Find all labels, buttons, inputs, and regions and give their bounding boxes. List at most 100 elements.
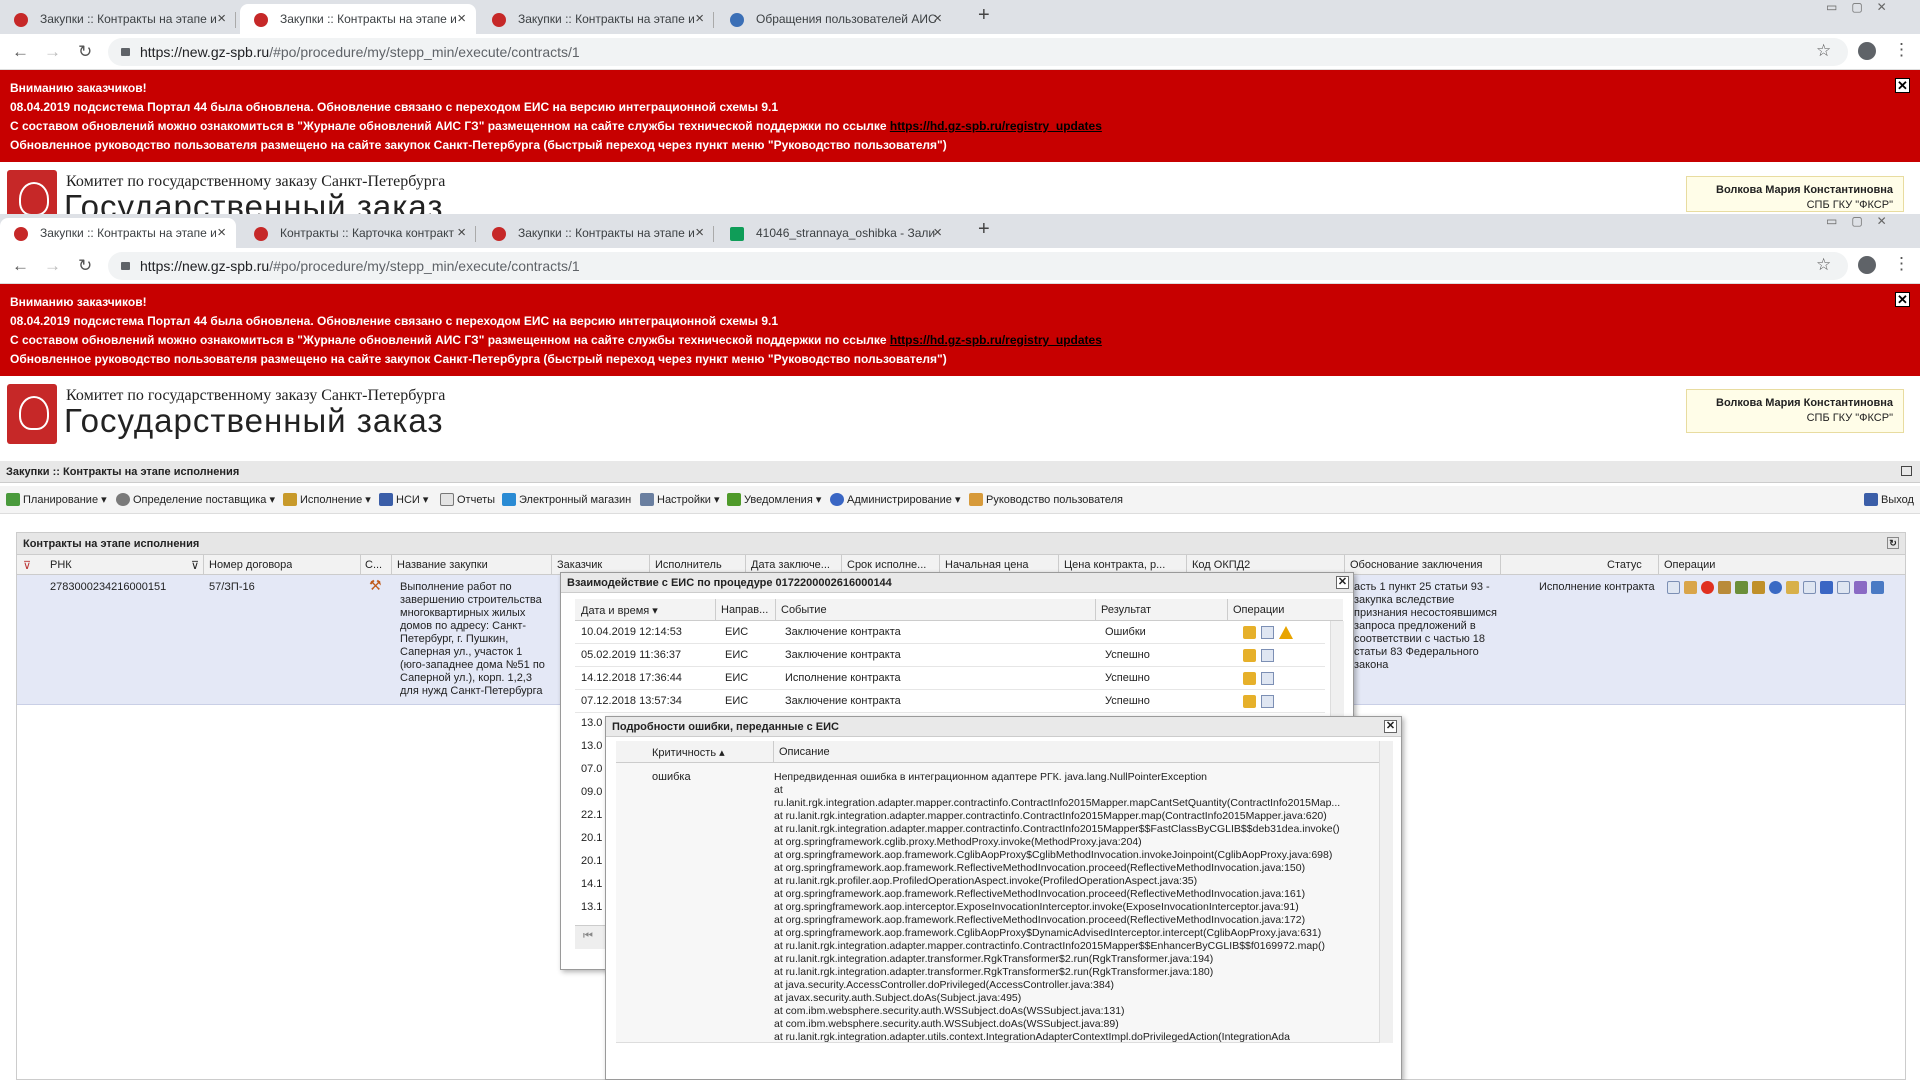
refresh-icon[interactable]: ↻ bbox=[1887, 537, 1899, 549]
col-result[interactable]: Результат bbox=[1101, 604, 1151, 616]
new-tab-button[interactable]: + bbox=[978, 4, 990, 27]
print-icon[interactable] bbox=[1854, 581, 1867, 594]
col-contract-no[interactable]: Номер договора bbox=[209, 559, 292, 571]
account-icon[interactable] bbox=[1858, 256, 1876, 274]
front-tab-2[interactable]: Контракты :: Карточка контракт × bbox=[240, 218, 476, 248]
warning-icon[interactable] bbox=[1279, 626, 1293, 639]
cube-icon[interactable] bbox=[1752, 581, 1765, 594]
col-contract-price[interactable]: Цена контракта, р... bbox=[1064, 559, 1184, 571]
package-icon[interactable] bbox=[1243, 626, 1256, 639]
back-tab-2[interactable]: Закупки :: Контракты на этапе и × bbox=[240, 4, 476, 34]
chart-icon[interactable] bbox=[1820, 581, 1833, 594]
window-controls[interactable]: ▭▢✕ bbox=[1826, 214, 1901, 228]
close-tab-icon[interactable]: × bbox=[695, 10, 704, 27]
window-controls[interactable]: ▭▢✕ bbox=[1826, 0, 1901, 14]
menu-user-guide[interactable]: Руководство пользователя bbox=[969, 493, 1123, 506]
package-icon[interactable] bbox=[1243, 649, 1256, 662]
close-icon[interactable]: ✕ bbox=[1384, 720, 1397, 733]
table-row[interactable]: 10.04.2019 12:14:53 ЕИС Заключение контр… bbox=[575, 621, 1325, 644]
col-term[interactable]: Срок исполне... bbox=[847, 559, 935, 571]
close-tab-icon[interactable]: × bbox=[217, 10, 226, 27]
sign-icon[interactable] bbox=[1718, 581, 1731, 594]
menu-reports[interactable]: Отчеты bbox=[440, 493, 495, 506]
col-severity[interactable]: Критичность ▴ bbox=[652, 746, 725, 759]
col-rnk[interactable]: РНК bbox=[50, 559, 72, 571]
eis-icon[interactable] bbox=[1871, 581, 1884, 594]
document-icon[interactable] bbox=[1261, 672, 1274, 685]
bookmark-star-icon[interactable]: ☆ bbox=[1816, 41, 1831, 61]
bookmark-star-icon[interactable]: ☆ bbox=[1816, 255, 1831, 275]
col-customer[interactable]: Заказчик bbox=[557, 559, 645, 571]
user-info[interactable]: Волкова Мария Константиновна СПБ ГКУ "ФКС… bbox=[1686, 389, 1904, 433]
col-okpd2[interactable]: Код ОКПД2 bbox=[1192, 559, 1342, 571]
first-page-icon[interactable]: ⏮ bbox=[575, 925, 605, 949]
package-icon[interactable] bbox=[1243, 672, 1256, 685]
menu-notifications[interactable]: Уведомления ▾ bbox=[727, 493, 821, 506]
col-s[interactable]: С... bbox=[365, 559, 387, 571]
reload-icon[interactable]: ↻ bbox=[78, 256, 92, 276]
edit-icon[interactable] bbox=[1684, 581, 1697, 594]
account-icon[interactable] bbox=[1858, 42, 1876, 60]
document-icon[interactable] bbox=[1261, 649, 1274, 662]
menu-planning[interactable]: Планирование ▾ bbox=[6, 493, 107, 506]
menu-kebab-icon[interactable]: ⋮ bbox=[1893, 40, 1910, 60]
archive-icon[interactable] bbox=[1786, 581, 1799, 594]
tools-icon[interactable] bbox=[1735, 581, 1748, 594]
scrollbar[interactable] bbox=[1330, 621, 1344, 721]
forward-arrow-icon[interactable]: → bbox=[44, 256, 61, 276]
table-row[interactable]: 07.12.2018 13:57:34 ЕИС Заключение контр… bbox=[575, 690, 1325, 713]
table-row[interactable]: 05.02.2019 11:36:37 ЕИС Заключение контр… bbox=[575, 644, 1325, 667]
close-banner-icon[interactable]: ✕ bbox=[1895, 292, 1910, 307]
close-tab-icon[interactable]: × bbox=[457, 224, 466, 241]
col-name[interactable]: Название закупки bbox=[397, 559, 547, 571]
url-field[interactable]: https://new.gz-spb.ru/#po/procedure/my/s… bbox=[108, 38, 1848, 66]
front-tab-1[interactable]: Закупки :: Контракты на этапе и × bbox=[0, 218, 236, 248]
list-icon[interactable] bbox=[1803, 581, 1816, 594]
menu-kebab-icon[interactable]: ⋮ bbox=[1893, 254, 1910, 274]
close-tab-icon[interactable]: × bbox=[933, 224, 942, 241]
forward-arrow-icon[interactable]: → bbox=[44, 42, 61, 62]
document-icon[interactable] bbox=[1261, 626, 1274, 639]
back-tab-3[interactable]: Закупки :: Контракты на этапе и × bbox=[478, 4, 714, 34]
menu-execution[interactable]: Исполнение ▾ bbox=[283, 493, 371, 506]
col-operations[interactable]: Операции bbox=[1664, 559, 1715, 571]
col-event[interactable]: Событие bbox=[781, 604, 827, 616]
filter-clear-icon[interactable]: ⊽ bbox=[23, 559, 31, 572]
updates-link[interactable]: https://hd.gz-spb.ru/registry_updates bbox=[890, 119, 1102, 133]
col-datetime[interactable]: Дата и время ▾ bbox=[581, 604, 658, 617]
close-tab-icon[interactable]: × bbox=[695, 224, 704, 241]
menu-nsi[interactable]: НСИ ▾ bbox=[379, 493, 428, 506]
close-tab-icon[interactable]: × bbox=[933, 10, 942, 27]
menu-settings[interactable]: Настройки ▾ bbox=[640, 493, 720, 506]
col-supplier[interactable]: Исполнитель bbox=[655, 559, 743, 571]
col-date[interactable]: Дата заключе... bbox=[751, 559, 839, 571]
settings-icon[interactable] bbox=[1769, 581, 1782, 594]
col-status[interactable]: Статус bbox=[1607, 559, 1642, 571]
back-tab-1[interactable]: Закупки :: Контракты на этапе и × bbox=[0, 4, 236, 34]
stop-icon[interactable] bbox=[1701, 581, 1714, 594]
exit-button[interactable]: Выход bbox=[1864, 493, 1914, 506]
menu-eshop[interactable]: Электронный магазин bbox=[502, 493, 631, 506]
col-basis[interactable]: Обоснование заключения bbox=[1350, 559, 1482, 571]
package-icon[interactable] bbox=[1243, 695, 1256, 708]
menu-supplier[interactable]: Определение поставщика ▾ bbox=[116, 493, 275, 506]
col-start-price[interactable]: Начальная цена bbox=[945, 559, 1065, 571]
url-field[interactable]: https://new.gz-spb.ru/#po/procedure/my/s… bbox=[108, 252, 1848, 280]
col-ops[interactable]: Операции bbox=[1233, 604, 1284, 616]
table-row[interactable]: 14.12.2018 17:36:44 ЕИС Исполнение контр… bbox=[575, 667, 1325, 690]
close-banner-icon[interactable]: ✕ bbox=[1895, 78, 1910, 93]
col-direction[interactable]: Направ... bbox=[721, 604, 768, 616]
filter-icon[interactable]: ⊽ bbox=[191, 559, 199, 572]
back-arrow-icon[interactable]: ← bbox=[12, 42, 29, 62]
reload-icon[interactable]: ↻ bbox=[78, 42, 92, 62]
scrollbar[interactable] bbox=[1379, 741, 1393, 1043]
document-icon[interactable] bbox=[1261, 695, 1274, 708]
close-tab-icon[interactable]: × bbox=[457, 10, 466, 27]
updates-link[interactable]: https://hd.gz-spb.ru/registry_updates bbox=[890, 333, 1102, 347]
document-icon[interactable] bbox=[1667, 581, 1680, 594]
new-tab-button[interactable]: + bbox=[978, 218, 990, 241]
col-description[interactable]: Описание bbox=[779, 746, 830, 758]
close-tab-icon[interactable]: × bbox=[217, 224, 226, 241]
copy-icon[interactable] bbox=[1837, 581, 1850, 594]
user-info[interactable]: Волкова Мария Константиновна СПБ ГКУ "ФКС… bbox=[1686, 176, 1904, 212]
